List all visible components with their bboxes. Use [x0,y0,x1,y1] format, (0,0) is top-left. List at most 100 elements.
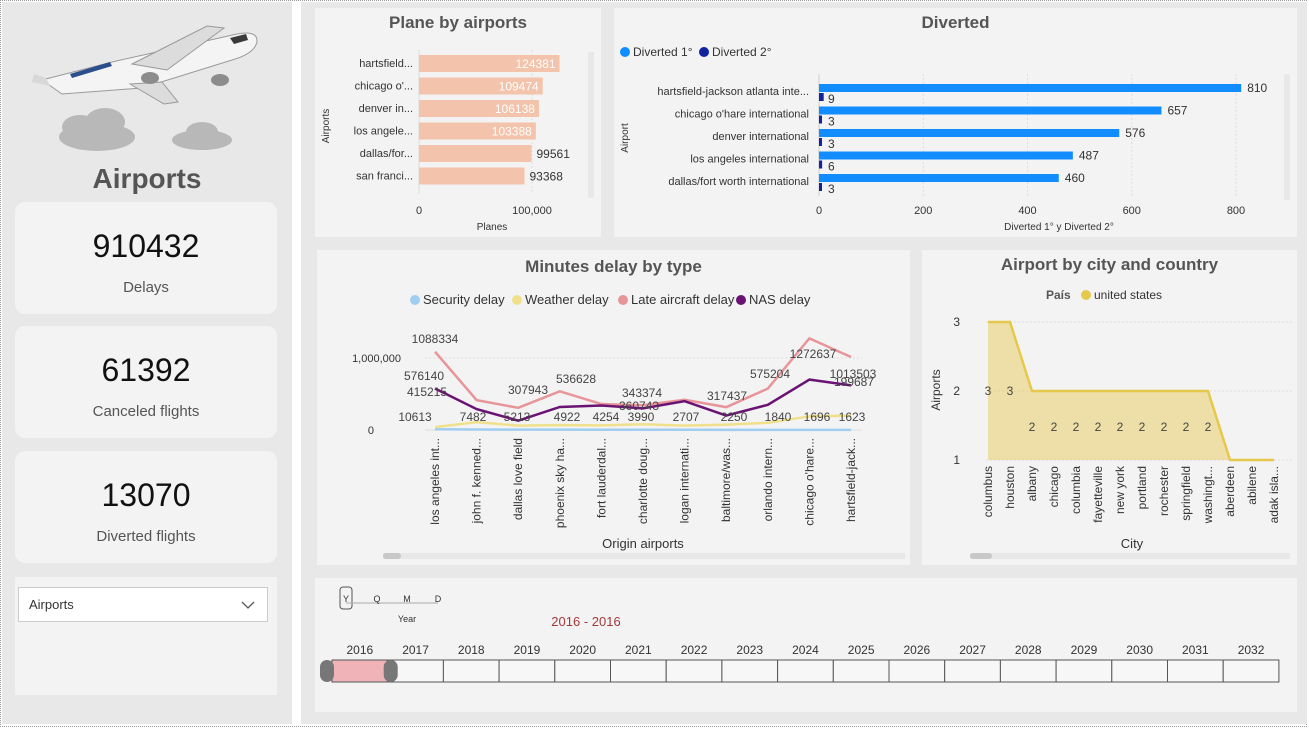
data-label: 307943 [508,383,548,397]
kpi-value: 910432 [92,228,200,264]
data-label: 2 [1139,420,1146,434]
series-line-security-delay[interactable] [434,427,852,432]
year-cell[interactable] [1111,659,1168,683]
scrollbar-thumb[interactable] [970,553,992,559]
data-label: 415215 [407,385,447,399]
data-label: 3 [828,182,835,196]
bar-diverted-2[interactable] [819,93,824,101]
legend-label: NAS delay [749,292,811,307]
data-label: 3990 [628,410,655,424]
bar-diverted-2[interactable] [819,183,822,191]
kpi-label: Canceled flights [92,403,200,420]
sidebar-title: Airports [92,163,202,194]
x-tick-label: charlotte doug... [636,438,650,524]
granularity-option[interactable]: Q [373,594,380,604]
granularity-option[interactable]: Y [343,594,349,604]
year-cell[interactable] [1167,659,1224,683]
year-label: 2028 [1015,643,1042,657]
data-label: 4254 [593,410,620,424]
timeline-panel: Y Q M D Year 2016 - 2016 2016 2017 2018 2019 20… [315,578,1297,712]
scrollbar-thumb[interactable] [383,553,401,559]
year-label: 2019 [514,643,541,657]
x-tick-label: phoenix sky ha... [553,438,567,528]
bar-diverted-1[interactable] [819,174,1059,182]
year-label: 2026 [903,643,930,657]
y-tick-label: 1 [953,453,960,467]
data-label: 99561 [537,147,571,161]
x-tick-label: john f. kenned... [470,438,484,524]
x-tick-label: 600 [1123,205,1141,217]
x-tick-label: fayetteville [1091,466,1105,523]
bar-diverted-2[interactable] [819,160,823,169]
timeline: Y Q M D Year 2016 - 2016 2016 2017 2018 2019 20… [320,586,1280,683]
year-cell[interactable] [1055,659,1113,683]
x-tick-label: springfield [1179,466,1193,521]
kpi-value: 13070 [101,477,191,513]
bar-diverted-1[interactable] [819,129,1120,137]
scrollbar[interactable] [1284,74,1290,200]
bar-diverted-2[interactable] [819,115,822,124]
year-label: 2030 [1126,643,1153,657]
chevron-down-icon [241,601,255,609]
main-area: Plane by airports Airports hartsfield...… [301,2,1307,724]
year-cell[interactable] [554,659,612,683]
granularity-option[interactable]: D [435,594,442,604]
data-label: 1088334 [412,332,459,346]
airport-city-panel: Airport by city and country País united … [922,250,1297,565]
airplane-illustration [32,25,258,151]
year-label: 2027 [959,643,986,657]
granularity-option[interactable]: M [403,594,411,604]
year-cell[interactable] [442,659,500,683]
bar-diverted-1[interactable] [819,106,1162,115]
x-tick-label: fort lauderdal... [594,438,608,518]
legend-marker [512,295,522,305]
year-cell[interactable] [832,659,890,683]
bar-diverted-1[interactable] [819,151,1073,160]
bar-diverted-1[interactable] [819,84,1242,92]
year-cell[interactable] [721,659,779,683]
y-axis-label: Airports [929,369,943,410]
y-axis-label: Airport [620,123,631,153]
x-tick-label: adak isla... [1267,466,1281,523]
legend-label: Late aircraft delay [631,292,735,307]
x-tick-label: 400 [1018,205,1036,217]
bar[interactable] [419,167,525,185]
year-label: 2031 [1182,643,1209,657]
year-cell[interactable] [331,659,389,683]
range-handle-left[interactable] [320,660,334,682]
y-axis-label: Airports [321,109,332,143]
legend-label: Diverted 1° [633,45,693,59]
data-label: 2 [1205,420,1212,434]
bar-diverted-2[interactable] [819,138,822,146]
year-cell[interactable] [944,659,1001,683]
y-tick-label: denver international [712,131,809,143]
x-tick-label: 800 [1227,205,1245,217]
year-label: 2020 [569,643,596,657]
scrollbar[interactable] [383,553,905,559]
x-tick-label: hartsfield-jack... [844,438,858,522]
scrollbar[interactable] [588,52,594,198]
legend-label: Weather delay [525,292,609,307]
bar[interactable] [419,145,532,162]
kpi-label: Diverted flights [96,528,196,545]
data-label: 9 [828,92,835,106]
x-tick-label: 0 [416,205,422,217]
year-cell[interactable] [665,659,723,683]
scrollbar[interactable] [970,553,1290,559]
x-tick-label: columbia [1069,466,1083,514]
year-cell[interactable] [610,659,667,683]
year-cell[interactable] [999,659,1057,683]
minutes-delay-chart: Security delay Weather delay Late aircraft… [352,292,905,559]
diverted-chart: Diverted 1° Diverted 2° Airport 0 200 400 6… [620,45,1290,233]
x-tick-label: new york [1113,465,1127,514]
x-tick-label: chicago o'hare... [802,438,816,526]
year-label: 2017 [402,643,429,657]
airports-dropdown[interactable]: Airports [18,587,268,622]
range-handle-right[interactable] [383,660,398,682]
year-cell[interactable] [777,659,834,683]
year-cell[interactable] [498,659,556,683]
y-tick-label: hartsfield... [359,58,413,70]
year-cell[interactable] [1222,659,1280,683]
data-label: 199687 [834,375,874,389]
year-cell[interactable] [888,659,946,683]
